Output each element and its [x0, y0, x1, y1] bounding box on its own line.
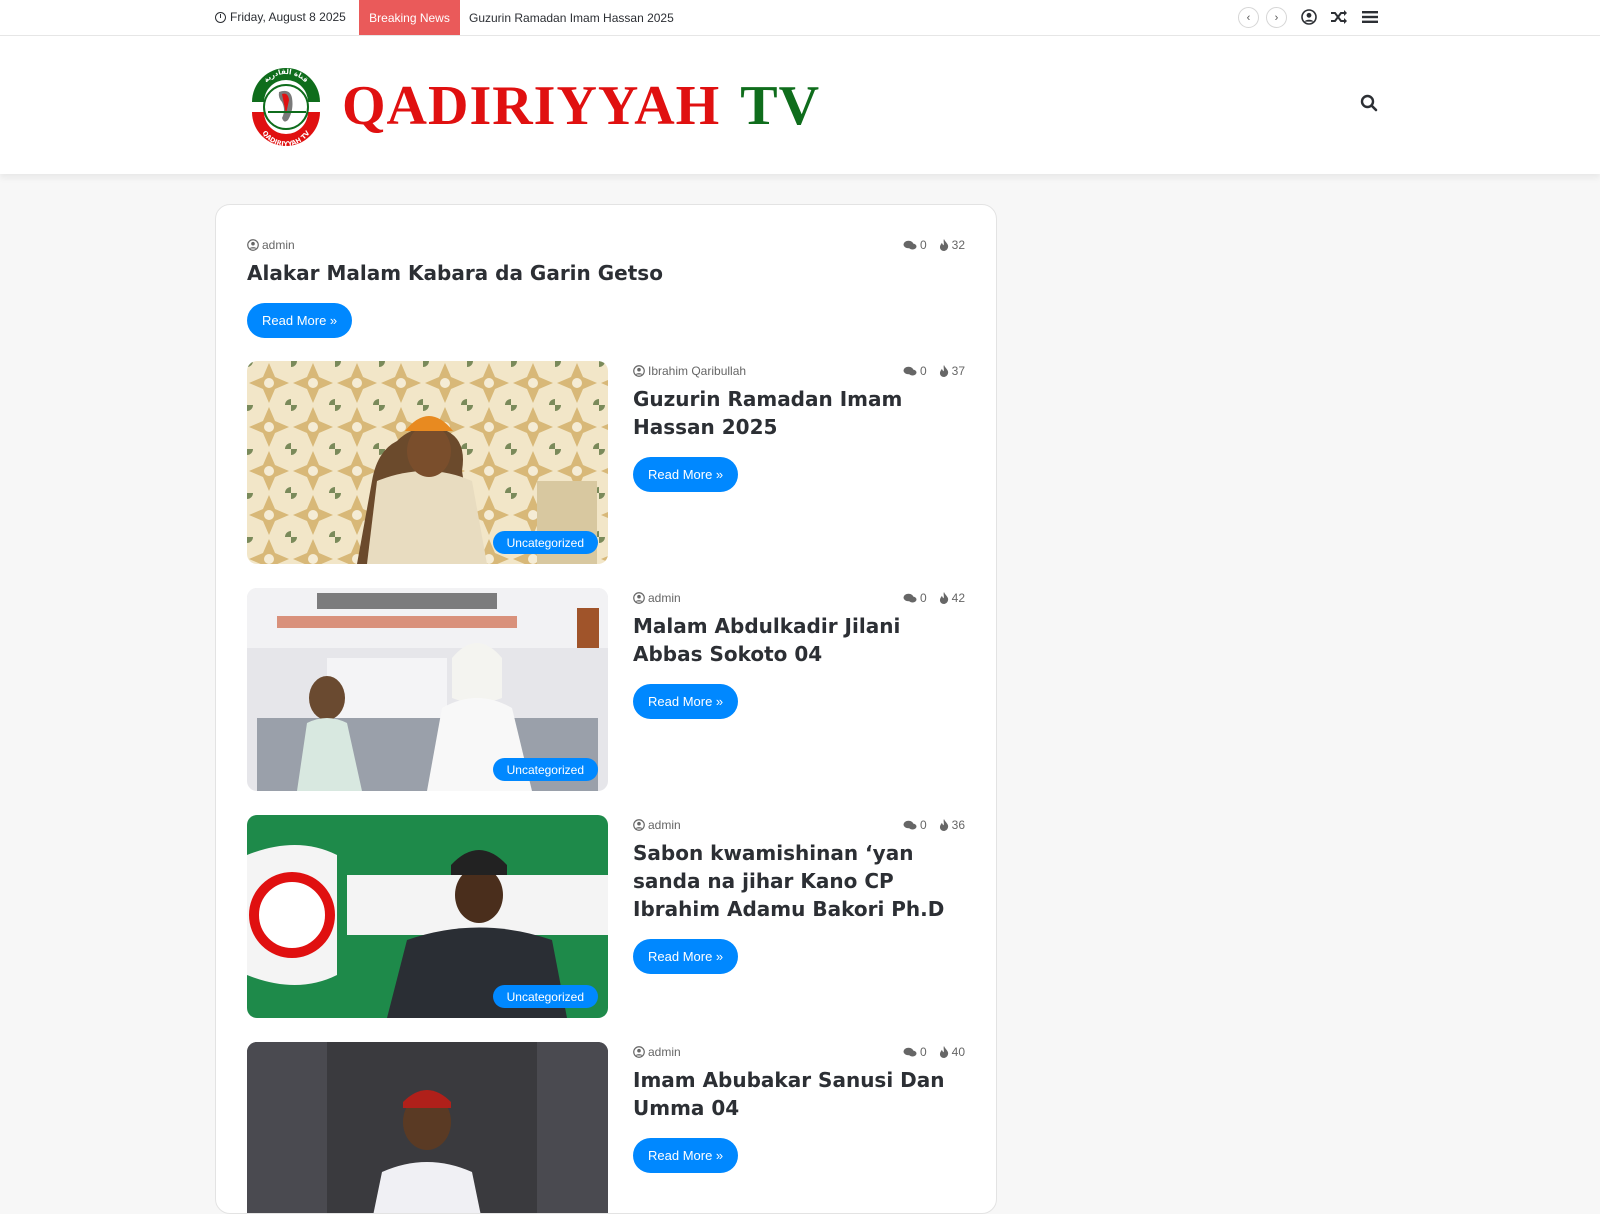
- views-count: 40: [951, 1045, 965, 1059]
- comments-icon: [903, 593, 917, 602]
- comments-count: 0: [919, 818, 927, 832]
- views-count: 42: [951, 591, 965, 605]
- clock-icon: [215, 11, 226, 23]
- author-name: Ibrahim Qaribullah: [648, 364, 747, 378]
- hamburger-menu-icon: [1362, 11, 1378, 23]
- breaking-news-link[interactable]: Guzurin Ramadan Imam Hassan 2025: [469, 11, 674, 25]
- comments-count: 0: [919, 591, 927, 605]
- logo-word-qadiriyyah: QADIRIYYAH: [342, 75, 721, 137]
- comments-count: 0: [919, 238, 927, 252]
- posts-container: admin 0 32 Alakar Malam Kabara da Garin …: [215, 204, 997, 1214]
- post-title[interactable]: Imam Abubakar Sanusi Dan Umma 04: [633, 1066, 973, 1122]
- author-name: admin: [648, 591, 681, 605]
- search-icon: [1360, 94, 1378, 112]
- site-logo-text[interactable]: QADIRIYYAH TV: [342, 78, 820, 134]
- author-name: admin: [262, 238, 295, 252]
- sidebar-menu-button[interactable]: [1359, 6, 1381, 28]
- views-count: 37: [951, 364, 965, 378]
- search-button[interactable]: [1360, 94, 1380, 114]
- post-stats: 0 36: [903, 818, 965, 832]
- chevron-right-icon: ›: [1274, 11, 1279, 24]
- views-count: 32: [951, 238, 965, 252]
- date-display: Friday, August 8 2025: [215, 10, 346, 24]
- random-article-button[interactable]: [1328, 6, 1350, 28]
- breaking-news-label: Breaking News: [359, 0, 460, 35]
- views-count: 36: [951, 818, 965, 832]
- user-circle-icon: [1301, 9, 1317, 25]
- post-stats: 0 42: [903, 591, 965, 605]
- read-more-button[interactable]: Read More »: [633, 457, 739, 492]
- author-icon: [633, 1046, 645, 1058]
- post-thumbnail[interactable]: [247, 1042, 608, 1213]
- post-stats: 0 32: [903, 238, 965, 252]
- login-button[interactable]: [1298, 6, 1320, 28]
- read-more-button[interactable]: Read More »: [633, 939, 739, 974]
- category-badge[interactable]: Uncategorized: [492, 985, 598, 1008]
- category-badge[interactable]: Uncategorized: [492, 531, 598, 554]
- date-text: Friday, August 8 2025: [230, 10, 346, 24]
- fire-icon: [939, 365, 948, 377]
- post-author[interactable]: admin: [633, 591, 681, 605]
- top-bar: Friday, August 8 2025 Breaking News Guzu…: [0, 0, 1600, 36]
- author-name: admin: [648, 818, 681, 832]
- ticker-next-button[interactable]: ›: [1266, 7, 1287, 28]
- fire-icon: [939, 819, 948, 831]
- chevron-left-icon: ‹: [1246, 11, 1251, 24]
- post-author[interactable]: admin: [633, 818, 681, 832]
- read-more-button[interactable]: Read More »: [247, 303, 353, 338]
- site-header: قناة القادرية QADIRIYYAH TV QADIRIYYAH TV: [0, 36, 1600, 174]
- logo-word-tv: TV: [740, 75, 821, 137]
- comments-icon: [903, 240, 917, 249]
- fire-icon: [939, 592, 948, 604]
- comments-icon: [903, 1047, 917, 1056]
- post-image-imam-speaking: [247, 1042, 608, 1213]
- read-more-button[interactable]: Read More »: [633, 684, 739, 719]
- post-thumbnail[interactable]: Uncategorized: [247, 361, 608, 564]
- author-icon: [247, 239, 259, 251]
- author-icon: [633, 365, 645, 377]
- post-stats: 0 40: [903, 1045, 965, 1059]
- post-title[interactable]: Alakar Malam Kabara da Garin Getso: [247, 259, 967, 287]
- post-author[interactable]: Ibrahim Qaribullah: [633, 364, 746, 378]
- post-author[interactable]: admin: [247, 238, 295, 252]
- post-title[interactable]: Malam Abdulkadir Jilani Abbas Sokoto 04: [633, 612, 973, 668]
- qadiriyyah-emblem-icon: قناة القادرية QADIRIYYAH TV: [252, 68, 320, 148]
- author-icon: [633, 819, 645, 831]
- comments-icon: [903, 820, 917, 829]
- comments-count: 0: [919, 364, 927, 378]
- post-thumbnail[interactable]: Uncategorized: [247, 815, 608, 1018]
- post-thumbnail[interactable]: Uncategorized: [247, 588, 608, 791]
- comments-icon: [903, 366, 917, 375]
- post-title[interactable]: Sabon kwamishinan ‘yan sanda na jihar Ka…: [633, 839, 978, 923]
- author-name: admin: [648, 1045, 681, 1059]
- site-logo-emblem[interactable]: قناة القادرية QADIRIYYAH TV: [246, 62, 326, 150]
- category-badge[interactable]: Uncategorized: [492, 758, 598, 781]
- read-more-button[interactable]: Read More »: [633, 1138, 739, 1173]
- post-title[interactable]: Guzurin Ramadan Imam Hassan 2025: [633, 385, 973, 441]
- fire-icon: [939, 239, 948, 251]
- post-stats: 0 37: [903, 364, 965, 378]
- author-icon: [633, 592, 645, 604]
- post-author[interactable]: admin: [633, 1045, 681, 1059]
- ticker-prev-button[interactable]: ‹: [1238, 7, 1259, 28]
- shuffle-icon: [1331, 10, 1347, 24]
- comments-count: 0: [919, 1045, 927, 1059]
- fire-icon: [939, 1046, 948, 1058]
